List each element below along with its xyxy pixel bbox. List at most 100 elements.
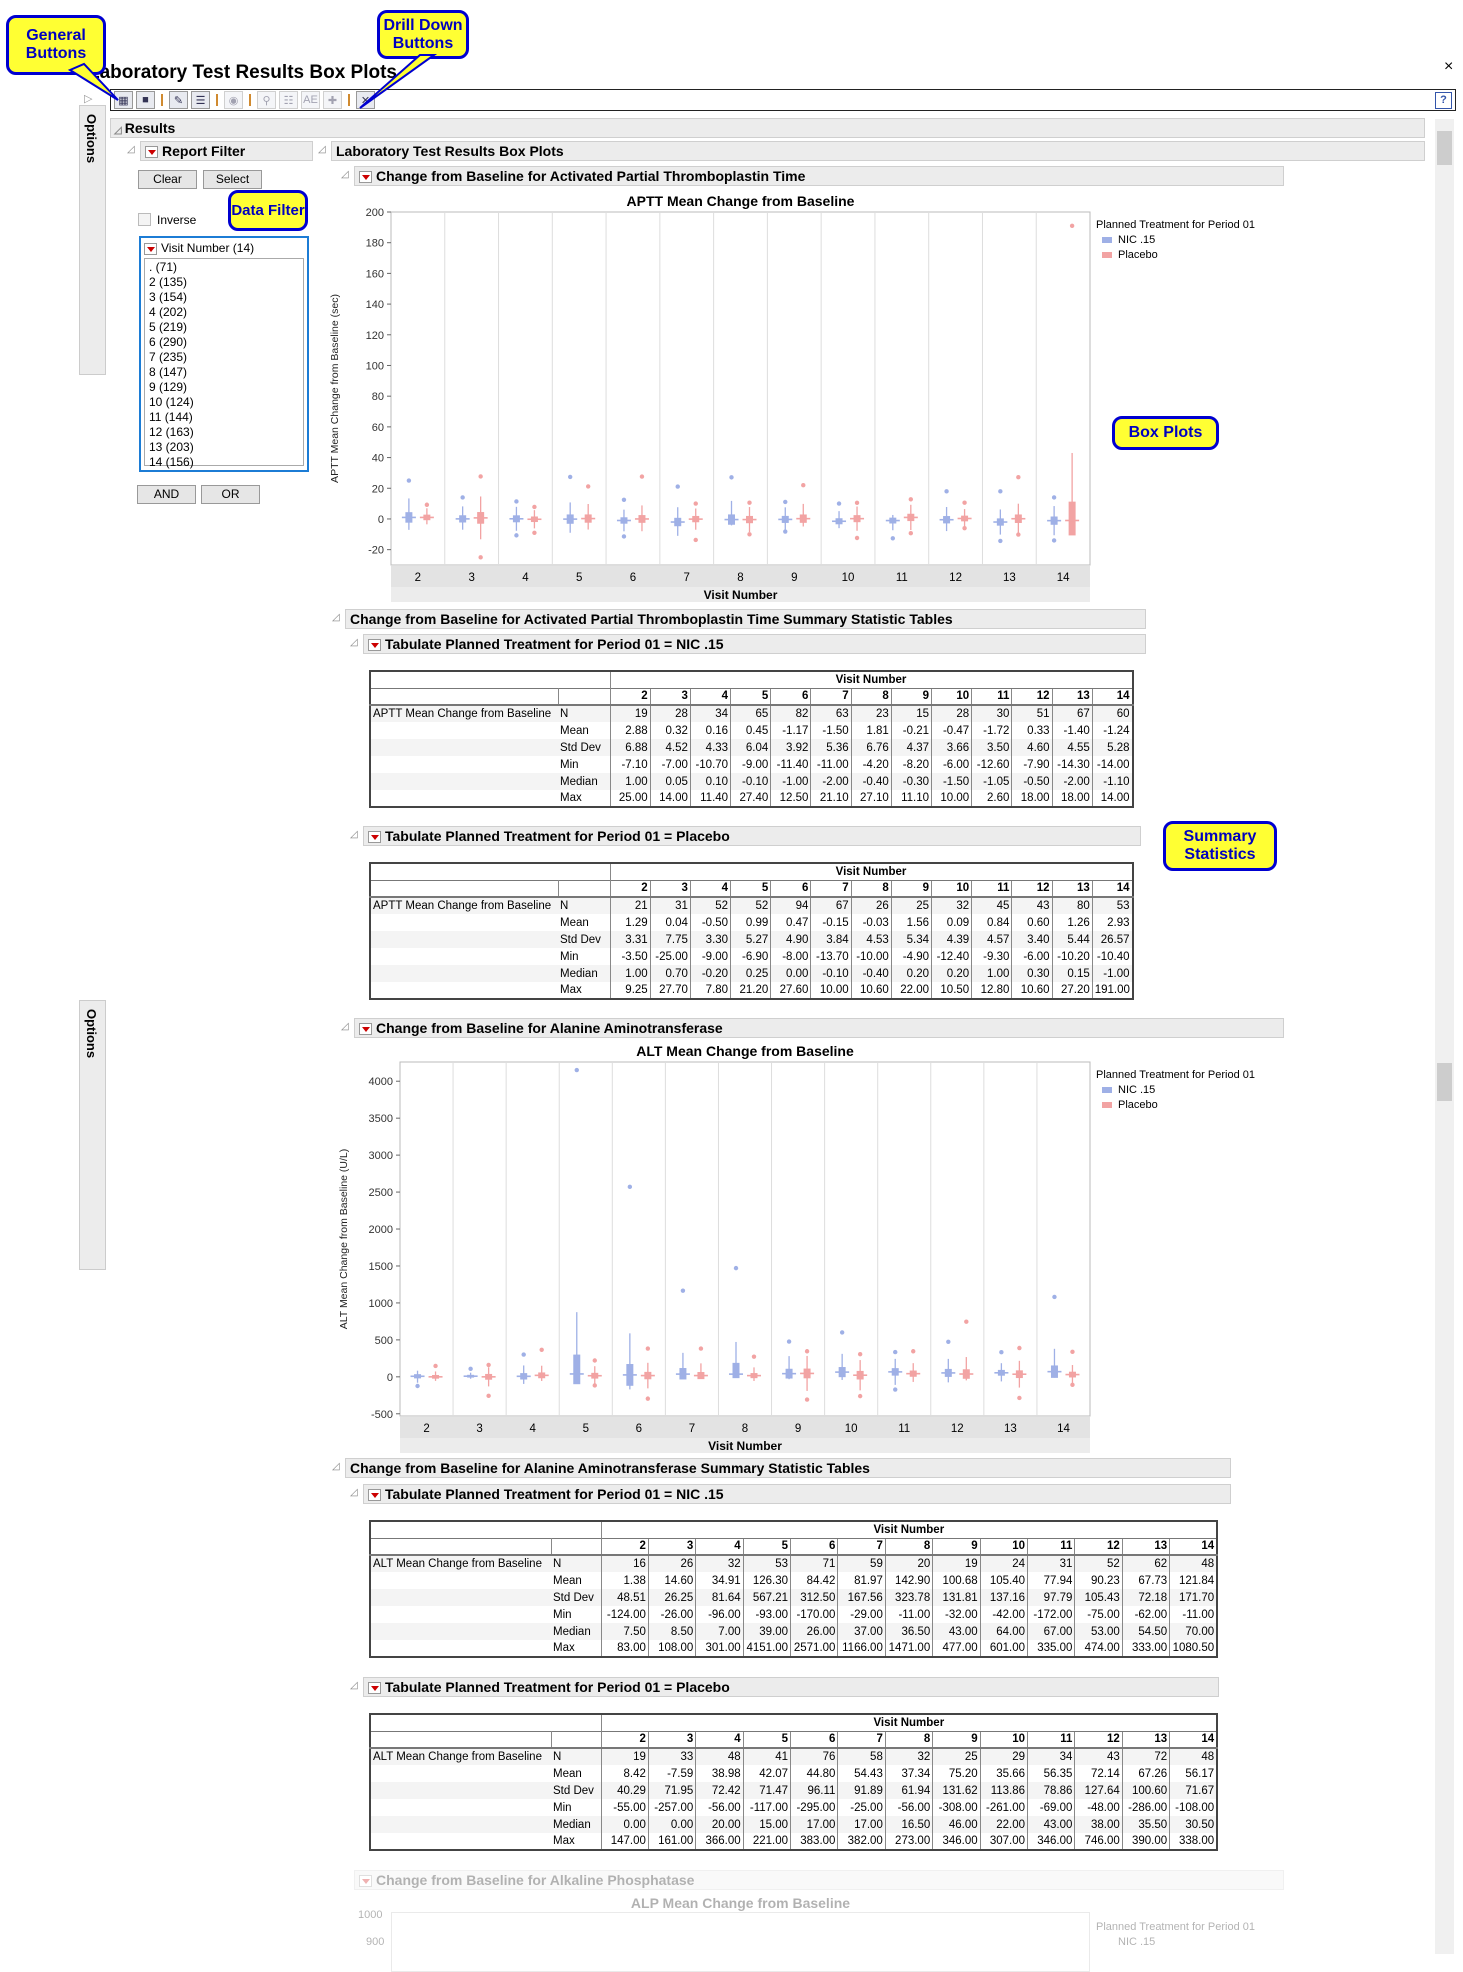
red-triangle-menu-icon[interactable] xyxy=(368,1682,381,1695)
stat-value: -42.00 xyxy=(980,1606,1029,1623)
stat-value: 40.29 xyxy=(601,1782,649,1799)
outlier-point xyxy=(680,1288,686,1293)
outlier-point xyxy=(1017,1345,1022,1351)
outlier-point xyxy=(786,1339,792,1344)
outlier-point xyxy=(857,1393,863,1399)
visit-column-header: 11 xyxy=(1027,1537,1076,1556)
stat-value: 32 xyxy=(885,1748,934,1765)
row-label xyxy=(370,1816,551,1833)
stat-value: -11.00 xyxy=(1169,1606,1218,1623)
row-label xyxy=(370,1833,551,1850)
stat-label: Min xyxy=(551,1799,602,1816)
y-tick-label: 500 xyxy=(375,1335,393,1347)
row-label xyxy=(370,1623,551,1640)
legend-item[interactable]: NIC .15 xyxy=(1096,1083,1255,1098)
stat-value: -108.00 xyxy=(1169,1799,1218,1816)
stat-value: 2571.00 xyxy=(790,1640,839,1657)
stat-value: 8.50 xyxy=(648,1623,697,1640)
stat-value: 338.00 xyxy=(1169,1833,1218,1850)
stat-value: 113.86 xyxy=(980,1782,1029,1799)
legend-item[interactable]: Placebo xyxy=(1096,1098,1255,1113)
stat-label: N xyxy=(551,1555,602,1572)
stat-value: 131.81 xyxy=(932,1589,981,1606)
visit-column-header: 14 xyxy=(1169,1730,1218,1749)
visit-column-header: 14 xyxy=(1169,1537,1218,1556)
y-tick-label: 2500 xyxy=(369,1187,393,1199)
stat-label: Median xyxy=(551,1623,602,1640)
legend-label: NIC .15 xyxy=(1118,234,1156,246)
alt-nic-table-header-title: Tabulate Planned Treatment for Period 01… xyxy=(385,1486,724,1502)
disclosure-icon[interactable]: ◿ xyxy=(332,1461,340,1472)
stat-value: 17.00 xyxy=(837,1816,886,1833)
outlier-point xyxy=(857,1351,863,1357)
legend-label: Placebo xyxy=(1118,1099,1158,1111)
stat-value: 72.42 xyxy=(695,1782,744,1799)
outlier-point xyxy=(592,1358,597,1363)
stat-value: 22.00 xyxy=(980,1816,1029,1833)
stat-value: 41 xyxy=(743,1748,792,1765)
stat-value: 76 xyxy=(790,1748,839,1765)
stat-label: Max xyxy=(551,1640,602,1657)
stat-value: 81.97 xyxy=(837,1572,886,1589)
legend-item[interactable]: NIC .15 xyxy=(1096,233,1255,248)
stat-value: 15.00 xyxy=(743,1816,792,1833)
stat-value: 567.21 xyxy=(743,1589,792,1606)
disclosure-icon[interactable]: ◿ xyxy=(350,1487,358,1498)
visit-column-header: 6 xyxy=(790,1730,839,1749)
summary-table: Visit Number 2 3 4 5 6 7 8 9 10 11 12 13 14 ALT Mean C… xyxy=(369,1520,1219,1658)
visit-column-header: 7 xyxy=(837,1730,886,1749)
alt-summary-header[interactable]: Change from Baseline for Alanine Aminotr… xyxy=(345,1458,1231,1478)
alt-placebo-table-header[interactable]: Tabulate Planned Treatment for Period 01… xyxy=(363,1677,1219,1697)
outlier-point xyxy=(911,1349,916,1354)
stat-value: 83.00 xyxy=(601,1640,649,1657)
x-tick-label: 13 xyxy=(1004,1423,1017,1435)
outlier-point xyxy=(627,1184,633,1190)
stat-value: 34.91 xyxy=(695,1572,744,1589)
vertical-scrollbar[interactable] xyxy=(1435,119,1454,1954)
stat-value: 75.20 xyxy=(932,1765,981,1782)
red-triangle-menu-icon[interactable] xyxy=(368,1489,381,1502)
legend: Planned Treatment for Period 01 NIC .15 Pl… xyxy=(1096,218,1255,263)
column-group-header: Visit Number xyxy=(601,1521,1218,1539)
outlier-point xyxy=(592,1383,597,1388)
stat-value: 19 xyxy=(932,1555,981,1572)
stat-value: 307.00 xyxy=(980,1833,1029,1850)
help-button[interactable]: ? xyxy=(1435,91,1452,109)
y-tick-label: 0 xyxy=(387,1372,393,1384)
stat-value: 96.11 xyxy=(790,1782,839,1799)
alp-section-header[interactable]: Change from Baseline for Alkaline Phosph… xyxy=(354,1870,1284,1890)
stat-value: 44.80 xyxy=(790,1765,839,1782)
stat-value: 100.68 xyxy=(932,1572,981,1589)
stat-value: 72.14 xyxy=(1074,1765,1123,1782)
stat-value: 301.00 xyxy=(695,1640,744,1657)
outlier-point xyxy=(433,1363,438,1369)
stat-value: 43 xyxy=(1074,1748,1123,1765)
scrollbar-thumb-lower[interactable] xyxy=(1437,1063,1452,1101)
outlier-point xyxy=(946,1339,951,1345)
stat-value: 105.40 xyxy=(980,1572,1029,1589)
visit-column-header: 9 xyxy=(932,1537,981,1556)
close-window-button[interactable]: × xyxy=(1444,58,1453,76)
outlier-point xyxy=(486,1393,491,1399)
stat-value: -26.00 xyxy=(648,1606,697,1623)
stat-value: 142.90 xyxy=(885,1572,934,1589)
x-tick-label: 7 xyxy=(689,1423,695,1435)
visit-column-header: 8 xyxy=(885,1537,934,1556)
legend-title: Planned Treatment for Period 01 xyxy=(1096,1921,1255,1933)
scrollbar-thumb[interactable] xyxy=(1437,131,1452,165)
stat-value: 131.62 xyxy=(932,1782,981,1799)
stat-value: -25.00 xyxy=(837,1799,886,1816)
disclosure-icon[interactable]: ◿ xyxy=(350,1680,358,1691)
stat-value: 53 xyxy=(743,1555,792,1572)
red-triangle-menu-icon[interactable] xyxy=(359,1875,372,1888)
outlier-point xyxy=(645,1346,651,1351)
stat-value: 221.00 xyxy=(743,1833,792,1850)
outlier-point xyxy=(804,1397,810,1402)
box xyxy=(732,1362,740,1379)
stat-value: 346.00 xyxy=(1027,1833,1076,1850)
stat-value: 38.98 xyxy=(695,1765,744,1782)
legend-swatch xyxy=(1102,252,1112,259)
alt-nic-table-header[interactable]: Tabulate Planned Treatment for Period 01… xyxy=(363,1484,1231,1504)
stat-value: 71.67 xyxy=(1169,1782,1218,1799)
legend-item[interactable]: Placebo xyxy=(1096,248,1255,263)
